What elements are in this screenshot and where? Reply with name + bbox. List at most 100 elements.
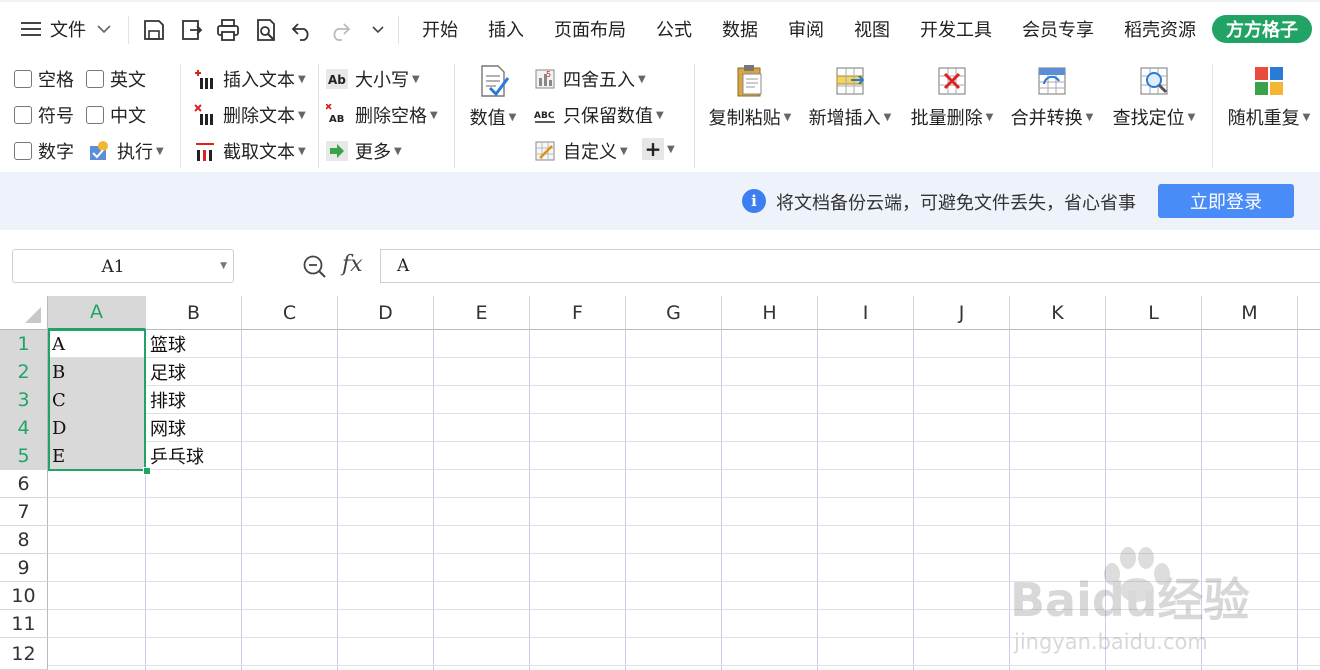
insert-text-button[interactable]: 插入文本 ▼ <box>194 66 306 92</box>
random-grid-icon <box>1255 67 1283 95</box>
custom-button[interactable]: 自定义 ▼ <box>534 138 628 164</box>
tab-label: 数据 <box>722 20 758 41</box>
find-icon <box>1140 67 1168 95</box>
customize-toolbar-icon[interactable] <box>370 22 386 38</box>
row-header-1[interactable]: 1 <box>0 330 48 358</box>
checkbox-space[interactable]: 空格 <box>14 66 74 92</box>
find-locate-button[interactable]: 查找定位 ▼ <box>1110 64 1198 130</box>
checkbox-box[interactable] <box>14 70 32 88</box>
row-header-6[interactable]: 6 <box>0 470 48 498</box>
cell-b4[interactable]: 网球 <box>146 414 242 442</box>
file-menu-button[interactable]: 文件 <box>20 14 112 44</box>
tab-developer[interactable]: 开发工具 <box>920 14 992 44</box>
ribbon-separator <box>694 64 695 168</box>
row-header-3[interactable]: 3 <box>0 386 48 414</box>
dropdown-caret: ▼ <box>298 73 306 85</box>
redo-icon[interactable] <box>328 18 352 42</box>
select-all-corner[interactable] <box>0 296 48 330</box>
watermark-brand: Baidu经验 <box>1010 573 1250 627</box>
name-box[interactable]: A1 ▼ <box>12 249 234 283</box>
tab-member[interactable]: 会员专享 <box>1022 14 1094 44</box>
col-header-h[interactable]: H <box>722 296 818 330</box>
keep-numbers-button[interactable]: ABC 只保留数值 ▼ <box>534 102 664 128</box>
col-header-b[interactable]: B <box>146 296 242 330</box>
print-preview-icon[interactable] <box>254 18 278 42</box>
fx-icon[interactable]: fx <box>342 252 363 277</box>
numeric-button[interactable]: 数值 ▼ <box>468 64 518 130</box>
execute-button[interactable]: 执行 ▼ <box>88 138 164 164</box>
row-header-12[interactable]: 12 <box>0 638 48 670</box>
clipboard-icon <box>737 65 762 97</box>
add-insert-button[interactable]: 新增插入 ▼ <box>806 64 894 130</box>
col-header-c[interactable]: C <box>242 296 338 330</box>
tab-start[interactable]: 开始 <box>422 14 458 44</box>
row-header-8[interactable]: 8 <box>0 526 48 554</box>
row-header-5[interactable]: 5 <box>0 442 48 470</box>
extract-text-button[interactable]: 截取文本 ▼ <box>194 138 306 164</box>
row-header-9[interactable]: 9 <box>0 554 48 582</box>
save-icon[interactable] <box>142 18 166 42</box>
chevron-down-icon[interactable]: ▼ <box>220 261 227 271</box>
row-header-11[interactable]: 11 <box>0 610 48 638</box>
ribbon-separator <box>318 64 319 168</box>
tab-review[interactable]: 审阅 <box>788 14 824 44</box>
checkbox-number[interactable]: 数字 <box>14 138 74 164</box>
checkbox-box[interactable] <box>86 106 104 124</box>
dropdown-caret: ▼ <box>298 109 306 121</box>
delete-space-button[interactable]: AB 删除空格 ▼ <box>326 102 438 128</box>
delete-text-button[interactable]: 删除文本 ▼ <box>194 102 306 128</box>
fill-handle[interactable] <box>143 467 151 475</box>
checkbox-box[interactable] <box>14 106 32 124</box>
row-header-4[interactable]: 4 <box>0 414 48 442</box>
col-header-m[interactable]: M <box>1202 296 1298 330</box>
row-header-10[interactable]: 10 <box>0 582 48 610</box>
batch-delete-button[interactable]: 批量删除 ▼ <box>908 64 996 130</box>
zoom-icon[interactable] <box>302 254 328 280</box>
plus-button[interactable]: + ▼ <box>642 137 675 161</box>
keep-numbers-label: 只保留数值 <box>563 106 653 127</box>
col-header-f[interactable]: F <box>530 296 626 330</box>
checkbox-box[interactable] <box>14 142 32 160</box>
col-header-j[interactable]: J <box>914 296 1010 330</box>
grid-line <box>48 525 1320 526</box>
cell-b3[interactable]: 排球 <box>146 386 242 414</box>
checkbox-symbol[interactable]: 符号 <box>14 102 74 128</box>
undo-icon[interactable] <box>290 18 314 42</box>
col-header-k[interactable]: K <box>1010 296 1106 330</box>
case-button[interactable]: Ab 大小写 ▼ <box>326 66 420 92</box>
tab-docer[interactable]: 稻壳资源 <box>1124 14 1196 44</box>
more-button[interactable]: 更多 ▼ <box>326 138 402 164</box>
row-header-7[interactable]: 7 <box>0 498 48 526</box>
checkbox-label: 符号 <box>38 106 74 127</box>
merge-convert-button[interactable]: 合并转换 ▼ <box>1008 64 1096 130</box>
tab-view[interactable]: 视图 <box>854 14 890 44</box>
cell-b5[interactable]: 乒乓球 <box>146 442 242 470</box>
col-header-d[interactable]: D <box>338 296 434 330</box>
col-header-e[interactable]: E <box>434 296 530 330</box>
tab-formula[interactable]: 公式 <box>656 14 692 44</box>
dropdown-caret: ▼ <box>412 73 420 85</box>
col-header-g[interactable]: G <box>626 296 722 330</box>
col-header-i[interactable]: I <box>818 296 914 330</box>
row-header-2[interactable]: 2 <box>0 358 48 386</box>
print-icon[interactable] <box>216 18 240 42</box>
delete-text-icon <box>194 104 213 125</box>
checkbox-box[interactable] <box>86 70 104 88</box>
tab-fangfang-addon[interactable]: 方方格子 <box>1212 15 1312 43</box>
round-button[interactable]: 5 四舍五入 ▼ <box>534 66 646 92</box>
tab-insert[interactable]: 插入 <box>488 14 524 44</box>
formula-input[interactable]: A <box>380 249 1320 283</box>
col-header-a[interactable]: A <box>48 296 146 330</box>
col-header-l[interactable]: L <box>1106 296 1202 330</box>
checkbox-english[interactable]: 英文 <box>86 66 146 92</box>
login-button[interactable]: 立即登录 <box>1158 184 1294 218</box>
tab-data[interactable]: 数据 <box>722 14 758 44</box>
copy-paste-button[interactable]: 复制粘贴 ▼ <box>706 64 794 130</box>
cell-b2[interactable]: 足球 <box>146 358 242 386</box>
checkbox-chinese[interactable]: 中文 <box>86 102 146 128</box>
cell-b1[interactable]: 篮球 <box>146 330 242 358</box>
tab-page-layout[interactable]: 页面布局 <box>554 14 626 44</box>
random-repeat-button[interactable]: 随机重复 ▼ <box>1224 64 1314 130</box>
export-icon[interactable] <box>180 18 204 42</box>
svg-text:AB: AB <box>329 114 344 125</box>
